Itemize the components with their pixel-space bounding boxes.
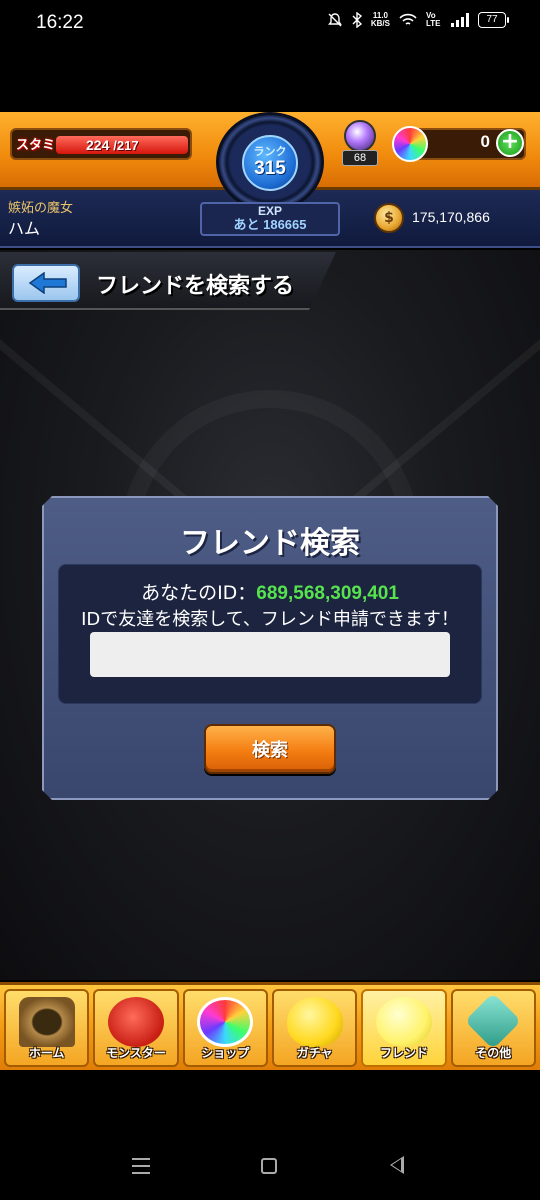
- system-nav-bar: [0, 1072, 540, 1200]
- other-menu-icon: [465, 992, 522, 1050]
- status-icons: 11.0 KB/S Vo LTE 77: [327, 11, 509, 28]
- player-name: ハム: [8, 219, 41, 238]
- stamina-gauge[interactable]: スタミナ 224 /217: [10, 128, 192, 160]
- status-bar: 16:22 11.0 KB/S Vo LTE 77: [0, 0, 540, 48]
- my-id-line: あなたのID：689,568,309,401: [58, 578, 482, 605]
- rank-label: ランク: [253, 145, 287, 158]
- tab-label: ガチャ: [296, 1046, 333, 1060]
- battery-icon: 77: [478, 12, 509, 28]
- page-title: フレンドを検索する: [96, 274, 295, 299]
- potion-item[interactable]: 68: [338, 118, 382, 168]
- exp-label: EXP: [257, 204, 282, 218]
- rank-badge[interactable]: ランク 315: [242, 135, 298, 191]
- network-speed: 11.0 KB/S: [370, 11, 390, 28]
- rank-value: 315: [254, 158, 286, 179]
- back-button[interactable]: [12, 264, 80, 302]
- top-gap: [0, 48, 540, 112]
- monster-dragon-icon: [107, 997, 164, 1047]
- friend-id-input[interactable]: [90, 632, 450, 677]
- volte-indicator: Vo LTE: [426, 11, 441, 28]
- gold-coin-icon: $: [374, 203, 404, 233]
- exp-remaining: あと 186665: [233, 217, 307, 232]
- tab-label: その他: [475, 1046, 512, 1060]
- tab-other[interactable]: その他: [450, 989, 536, 1067]
- bottom-tab-bar: ホーム モンスター ショップ ガチャ フレンド その他: [0, 982, 540, 1070]
- exp-box: EXP あと 186665: [200, 202, 340, 236]
- tab-label: モンスター: [106, 1046, 166, 1060]
- add-orb-button[interactable]: +: [496, 129, 524, 157]
- my-id-value: 689,568,309,401: [256, 583, 399, 604]
- friend-egg-icon: [375, 997, 432, 1047]
- mute-bell-icon: [327, 13, 342, 27]
- orb-count: 0: [480, 132, 490, 151]
- back-arrow-icon: [28, 272, 67, 294]
- signal-icon: [451, 13, 469, 27]
- stamina-bar: 224 /217: [56, 136, 188, 154]
- recent-apps-icon[interactable]: [132, 1158, 150, 1174]
- potion-count: 68: [342, 150, 378, 166]
- my-id-label: あなたのID：: [141, 582, 257, 604]
- player-title: 嫉妬の魔女: [8, 201, 74, 216]
- orb-icon: [197, 997, 254, 1047]
- search-instructions: IDで友達を検索して、フレンド申請できます！: [81, 609, 459, 630]
- tab-home[interactable]: ホーム: [4, 989, 90, 1067]
- search-button[interactable]: 検索: [204, 724, 336, 774]
- stamina-value: 224 /217: [86, 137, 139, 153]
- home-icon[interactable]: [261, 1158, 277, 1174]
- tab-label: ホーム: [28, 1046, 65, 1060]
- tab-friend[interactable]: フレンド: [361, 989, 447, 1067]
- orb-icon: [392, 126, 428, 162]
- dialog-title: フレンド検索: [180, 526, 360, 561]
- tab-shop[interactable]: ショップ: [182, 989, 268, 1067]
- tab-label: ショップ: [201, 1046, 250, 1060]
- gold-amount: 175,170,866: [412, 209, 490, 225]
- tab-gacha[interactable]: ガチャ: [271, 989, 358, 1067]
- wifi-icon: [399, 13, 417, 25]
- status-time: 16:22: [36, 12, 84, 33]
- gacha-egg-icon: [286, 997, 343, 1047]
- tab-label: フレンド: [379, 1046, 428, 1060]
- potion-icon: [344, 120, 376, 152]
- bluetooth-icon: [352, 12, 362, 28]
- tab-monster[interactable]: モンスター: [93, 989, 179, 1067]
- back-nav-icon[interactable]: [390, 1156, 404, 1174]
- home-gate-icon: [18, 997, 75, 1047]
